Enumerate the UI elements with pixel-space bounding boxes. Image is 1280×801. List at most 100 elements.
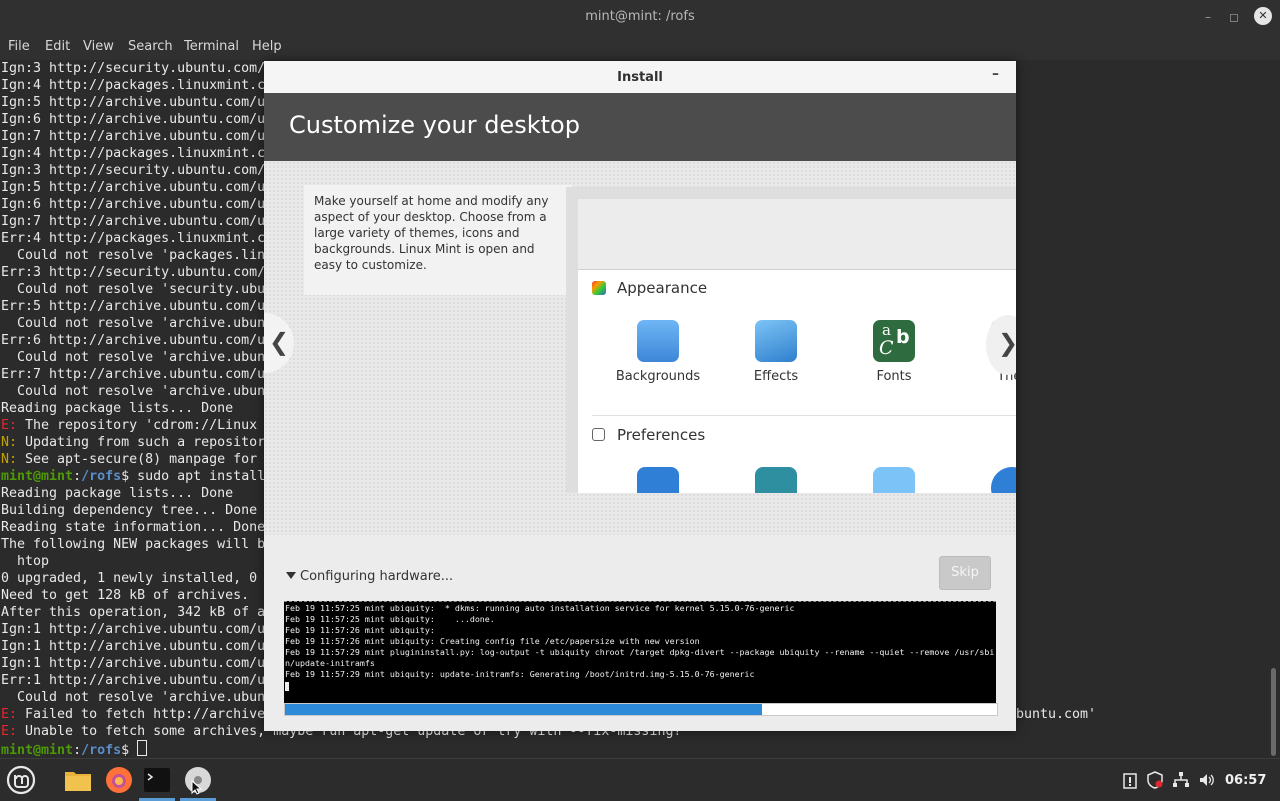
mint-menu-button[interactable] (6, 765, 36, 795)
app-label: Fonts (876, 369, 912, 384)
error-tag: E: (1, 724, 18, 739)
terminal-line: Need to get 128 kB of archives. (1, 588, 250, 603)
backgrounds-icon (637, 320, 679, 362)
firefox-icon (106, 767, 132, 793)
log-line: Feb 19 11:57:29 mint plugininstall.py: l… (285, 647, 995, 657)
date-time-icon (991, 467, 1016, 493)
clock[interactable]: 06:57 (1225, 773, 1266, 788)
shield-icon (1147, 771, 1163, 789)
terminal-line: Ign:1 http://archive.ubuntu.com/u (1, 656, 266, 671)
settings-window: Appearance Backgrounds Effects a b C Fon… (578, 199, 1016, 493)
previous-slide-button[interactable]: ❮ (264, 313, 294, 373)
terminal-line: Err:7 http://archive.ubuntu.com/u (1, 367, 266, 382)
prompt-command: $ (121, 743, 138, 758)
firefox-launcher[interactable] (104, 765, 134, 795)
tray-item[interactable] (1122, 771, 1138, 793)
log-cursor (285, 682, 289, 691)
install-titlebar: Install – (264, 61, 1016, 94)
mint-logo-icon (6, 765, 36, 795)
scrollbar-thumb[interactable] (1271, 668, 1276, 756)
log-line: Feb 19 11:57:29 mint ubiquity: update-in… (285, 669, 755, 679)
skip-button[interactable]: Skip (939, 556, 991, 590)
files-launcher[interactable] (63, 765, 93, 795)
terminal-line: Ign:1 http://archive.ubuntu.com/u (1, 622, 266, 637)
menubar: File Edit View Search Terminal Help (0, 34, 1280, 60)
section-appearance: Appearance (617, 279, 708, 297)
terminal-message: See apt-secure(8) manpage for (17, 452, 258, 467)
terminal-line: Ign:3 http://security.ubuntu.com/ (1, 163, 266, 178)
error-tag: E: (1, 418, 18, 433)
install-log: Feb 19 11:57:25 mint ubiquity: * dkms: r… (284, 601, 996, 706)
prompt-colon: : (73, 469, 82, 484)
terminal-launcher[interactable] (142, 765, 172, 795)
status-text: Configuring hardware... (300, 569, 454, 584)
fonts-icon-glyph-c: C (879, 337, 894, 359)
terminal-line: htop (1, 554, 50, 569)
slideshow: Make yourself at home and modify any asp… (264, 161, 1016, 535)
app-effects[interactable]: Effects (731, 320, 821, 384)
log-line: Feb 19 11:57:25 mint ubiquity: * dkms: r… (285, 603, 795, 613)
taskbar: 06:57 (0, 758, 1280, 801)
terminal-line: Could not resolve 'archive.ubun (1, 316, 266, 331)
tray-item[interactable] (1198, 771, 1216, 793)
notice-tag: N: (1, 452, 18, 467)
status-toggle[interactable]: Configuring hardware... (286, 569, 453, 584)
terminal-line: Ign:6 http://archive.ubuntu.com/u (1, 112, 266, 127)
terminal-line: Err:1 http://archive.ubuntu.com/u (1, 673, 266, 688)
notice-tag: N: (1, 435, 18, 450)
app-fonts[interactable]: a b C Fonts (849, 320, 939, 384)
section-preferences: Preferences (617, 426, 706, 444)
terminal-line: Err:3 http://security.ubuntu.com/ (1, 265, 266, 280)
terminal-line: Ign:5 http://archive.ubuntu.com/u (1, 95, 266, 110)
installer-launcher[interactable] (183, 765, 213, 795)
terminal-line: Err:5 http://archive.ubuntu.com/u (1, 299, 266, 314)
account-icon (755, 467, 797, 493)
terminal-scrollbar[interactable] (1268, 60, 1280, 758)
terminal-line: The following NEW packages will b (1, 537, 266, 552)
effects-icon (755, 320, 797, 362)
terminal-line: Ign:3 http://security.ubuntu.com/ (1, 61, 266, 76)
terminal-line: N: See apt-secure(8) manpage for (1, 451, 257, 468)
terminal-line: Ign:1 http://archive.ubuntu.com/u (1, 639, 266, 654)
tray-item[interactable] (1172, 771, 1190, 793)
menu-file[interactable]: File (8, 39, 30, 54)
network-icon (1173, 772, 1189, 787)
terminal-line: Could not resolve 'archive.ubun (1, 690, 266, 705)
log-line: n/update-initramfs (285, 658, 375, 668)
menu-help[interactable]: Help (252, 39, 282, 54)
close-button[interactable]: ✕ (1254, 7, 1272, 25)
maximize-button[interactable]: ◻ (1225, 8, 1243, 26)
terminal-line: Ign:7 http://archive.ubuntu.com/u (1, 214, 266, 229)
terminal-line: Could not resolve 'security.ubu (1, 282, 266, 297)
log-line: Feb 19 11:57:26 mint ubiquity: (285, 625, 435, 635)
chevron-down-icon (286, 572, 296, 579)
terminal-line: E: Failed to fetch http://archive (1, 706, 265, 723)
minimize-button[interactable]: – (1199, 8, 1217, 26)
error-tag: E: (1, 707, 18, 722)
install-progress-area: Configuring hardware... Skip Feb 19 11:5… (264, 535, 1016, 731)
install-minimize-button[interactable]: – (992, 66, 999, 82)
menu-edit[interactable]: Edit (45, 39, 70, 54)
prompt-user: mint@mint (1, 469, 74, 484)
install-header: Customize your desktop (264, 93, 1016, 161)
terminal-line: Reading package lists... Done (1, 486, 234, 501)
terminal-titlebar: mint@mint: /rofs – ◻ ✕ (0, 0, 1280, 34)
app-label: Effects (753, 369, 799, 384)
terminal-line: Err:4 http://packages.linuxmint.c (1, 231, 266, 246)
menu-terminal[interactable]: Terminal (184, 39, 239, 54)
page-title: Customize your desktop (289, 111, 580, 139)
menu-search[interactable]: Search (128, 39, 173, 54)
menu-view[interactable]: View (83, 39, 114, 54)
terminal-line: Reading package lists... Done (1, 401, 234, 416)
prompt-path: /rofs (81, 469, 122, 484)
app-backgrounds[interactable]: Backgrounds (613, 320, 703, 384)
progress-bar (284, 703, 998, 716)
slide-description: Make yourself at home and modify any asp… (304, 185, 572, 295)
tray-item[interactable] (1146, 771, 1164, 793)
window-title: mint@mint: /rofs (585, 9, 695, 24)
clipboard-icon (1123, 773, 1137, 789)
terminal-line: 0 upgraded, 1 newly installed, 0 (1, 571, 258, 586)
folder-icon (65, 772, 91, 791)
applications-icon (873, 467, 915, 493)
disc-icon (185, 767, 211, 795)
